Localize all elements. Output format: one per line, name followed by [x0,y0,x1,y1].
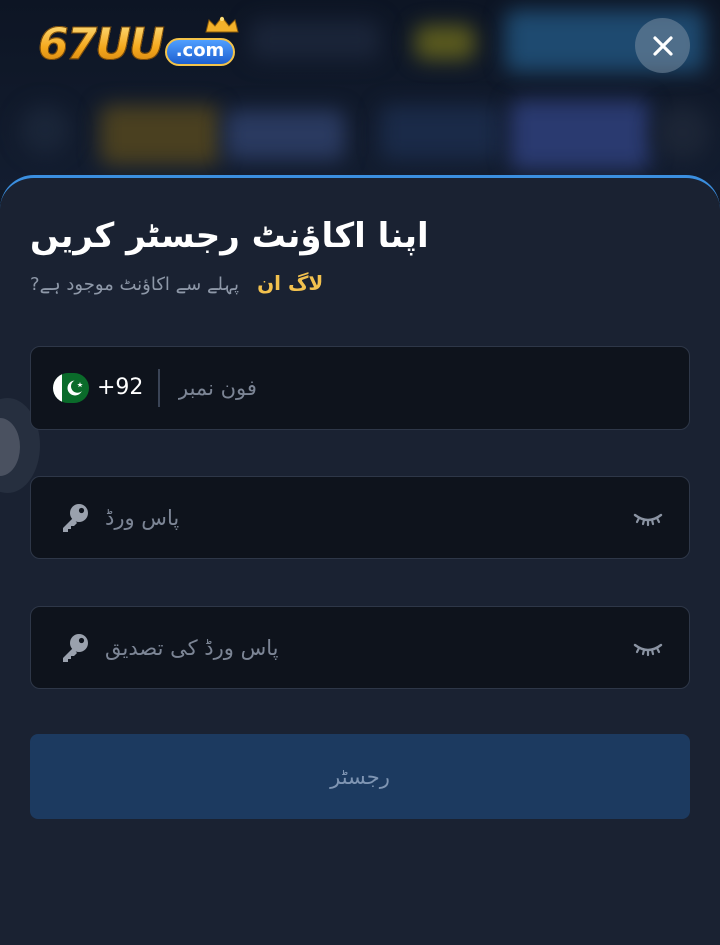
field-divider [158,369,160,407]
login-prompt: ?پہلے سے اکاؤنٹ موجود ہے لاگ ان [30,268,323,300]
crown-icon [205,16,239,33]
phone-input[interactable] [176,347,656,429]
eye-closed-icon[interactable] [633,507,663,529]
background-blur-block [100,105,220,165]
eye-closed-icon[interactable] [633,637,663,659]
background-blur-block [510,100,650,170]
confirm-password-input[interactable] [103,607,623,688]
pakistan-flag-icon[interactable] [53,373,89,403]
have-account-text: ?پہلے سے اکاؤنٹ موجود ہے [30,274,240,295]
page-title: اپنا اکاؤنٹ رجسٹر کریں [30,216,429,256]
key-icon [63,504,88,532]
phone-field: +92 [30,346,690,430]
close-icon [652,35,673,56]
close-button[interactable] [635,18,690,73]
background-blur-block [380,105,500,160]
country-code[interactable]: +92 [97,373,143,403]
login-link[interactable]: لاگ ان [257,268,323,298]
confirm-password-field [30,606,690,689]
background-blur-block [250,20,380,60]
background-blur-block [655,105,710,160]
logo-suffix: .com [164,38,236,66]
site-logo: 67UU .com [38,16,239,72]
background-blur-block [225,110,345,160]
key-icon [63,634,88,662]
password-input[interactable] [103,477,623,558]
logo-text: 67UU [38,19,166,71]
register-button[interactable]: رجسٹر [30,734,690,819]
password-field [30,476,690,559]
background-blur-block [20,105,70,155]
background-blur-block [415,25,475,60]
